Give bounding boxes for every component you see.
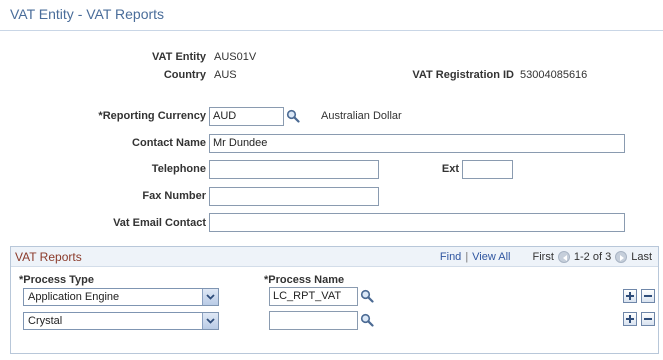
vat-registration-value: 53004085616 [520,69,588,81]
process-type-value: Application Engine [28,291,120,303]
page-title: VAT Entity - VAT Reports [10,6,165,22]
first-label: First [532,251,554,263]
link-separator: | [465,251,469,263]
grid-title: VAT Reports [15,250,82,264]
process-type-select[interactable]: Application Engine [23,288,219,306]
chevron-down-icon[interactable] [202,289,218,305]
vat-entity-label: VAT Entity [152,51,206,63]
magnifier-icon[interactable] [360,313,376,329]
right-arrow-icon[interactable] [615,251,628,263]
contact-name-input[interactable]: Mr Dundee [209,134,625,153]
chevron-down-icon[interactable] [202,313,218,329]
ext-input[interactable] [462,160,513,179]
vat-reports-grid: VAT Reports Find | View All First 1-2 of… [10,246,659,354]
process-type-select[interactable]: Crystal [23,312,219,330]
reporting-currency-description: Australian Dollar [321,110,402,122]
country-label: Country [163,69,206,81]
vat-email-contact-label: Vat Email Contact [113,217,206,229]
vat-email-contact-input[interactable] [209,213,625,232]
country-value: AUS [214,69,237,81]
vat-entity-value: AUS01V [214,51,257,63]
process-name-input[interactable] [269,311,358,330]
minus-icon[interactable] [641,289,655,303]
range-label: 1-2 of 3 [573,251,612,263]
plus-icon[interactable] [623,289,637,303]
magnifier-icon[interactable] [286,109,302,125]
plus-icon[interactable] [623,312,637,326]
magnifier-icon[interactable] [360,289,376,305]
vat-registration-label: VAT Registration ID [412,69,514,81]
ext-label: Ext [441,163,459,175]
view-all-link[interactable]: View All [472,251,510,263]
minus-icon[interactable] [641,312,655,326]
reporting-currency-label: *Reporting Currency [98,110,206,122]
column-header-process-type: *Process Type [19,274,95,286]
telephone-label: Telephone [151,163,206,175]
title-divider [0,30,663,31]
telephone-input[interactable] [209,160,379,179]
grid-header: VAT Reports Find | View All First 1-2 of… [11,247,658,267]
last-label: Last [631,251,652,263]
contact-name-label: Contact Name [132,137,206,149]
process-type-value: Crystal [28,315,63,327]
grid-navigation: Find | View All First 1-2 of 3 Last [440,251,652,263]
process-name-input[interactable]: LC_RPT_VAT [269,287,358,306]
find-link[interactable]: Find [440,251,461,263]
column-header-process-name: *Process Name [264,274,345,286]
fax-number-label: Fax Number [142,190,206,202]
reporting-currency-input[interactable]: AUD [209,107,284,126]
left-arrow-icon[interactable] [557,251,570,263]
fax-number-input[interactable] [209,187,379,206]
